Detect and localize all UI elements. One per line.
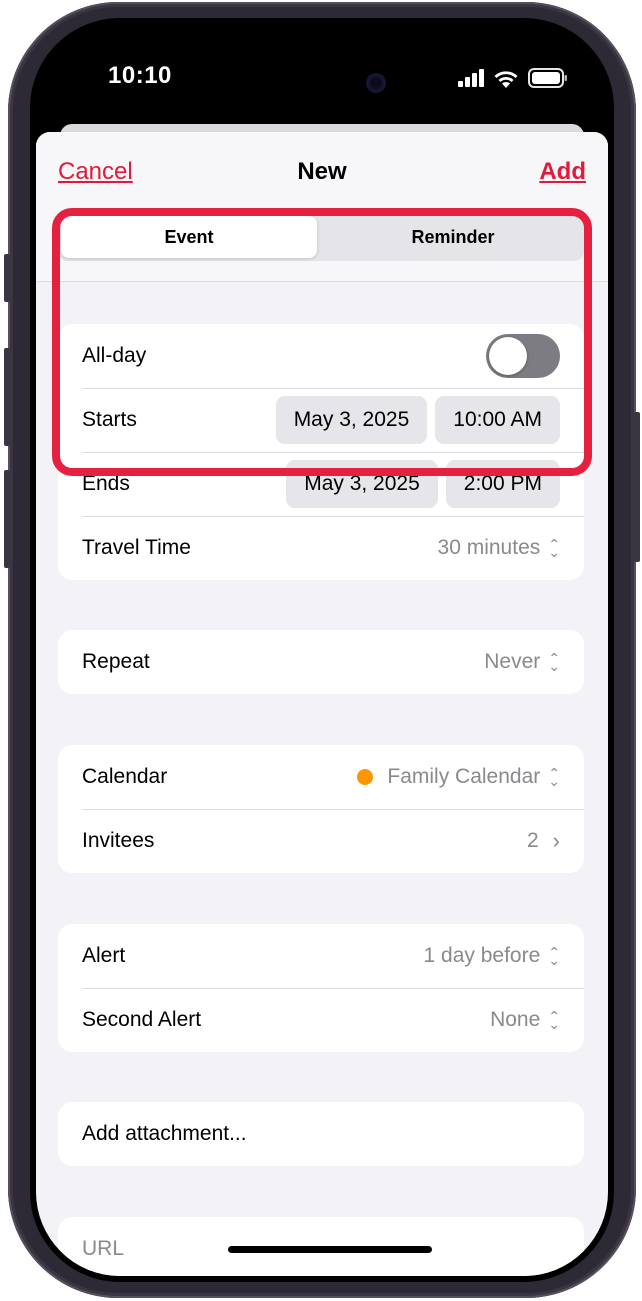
alert-label: Alert [82,944,126,967]
chevron-right-icon: › [552,828,560,853]
chevron-up-down-icon: ⌃ ⌄ [548,1008,560,1032]
travel-time-value-text: 30 minutes [437,536,541,559]
screen: 10:10 Cancel New Add Event Reminder All-… [36,24,608,1276]
toggle-knob [489,337,527,375]
invitees-label: Invitees [82,829,155,852]
repeat-row[interactable]: Repeat Never ⌃ ⌄ [58,630,584,694]
time-settings-group: All-day Starts May 3, 2025 10:00 AM Ends… [58,324,584,580]
chevron-up-down-icon: ⌃ ⌄ [548,650,560,674]
starts-row: Starts May 3, 2025 10:00 AM [58,388,584,452]
battery-icon [528,68,567,88]
ends-time-button[interactable]: 2:00 PM [445,460,560,508]
status-icons [458,68,568,88]
chevron-up-down-icon: ⌃ ⌄ [548,765,560,789]
invitees-value: 2 › [527,828,560,854]
calendar-color-dot [357,769,374,785]
alert-value-text: 1 day before [423,944,541,967]
status-bar: 10:10 [36,24,608,134]
alert-group: Alert 1 day before ⌃ ⌄ Second Alert None … [58,924,584,1052]
home-indicator[interactable] [228,1246,432,1253]
status-time: 10:10 [108,62,172,89]
add-attachment-row[interactable]: Add attachment... [58,1102,584,1166]
ends-label: Ends [82,472,130,495]
volume-up-button [4,348,10,446]
wifi-icon [494,70,518,88]
phone-frame: 10:10 Cancel New Add Event Reminder All-… [4,2,640,1298]
second-alert-row[interactable]: Second Alert None ⌃ ⌄ [58,988,584,1052]
alert-value: 1 day before ⌃ ⌄ [424,944,561,968]
calendar-value-text: Family Calendar [387,765,541,788]
sheet-header: Cancel New Add Event Reminder [36,132,608,282]
second-alert-value: None ⌃ ⌄ [490,1008,560,1032]
bezel: 10:10 Cancel New Add Event Reminder All-… [30,18,614,1282]
chevron-up-down-icon: ⌃ ⌄ [548,944,560,968]
repeat-label: Repeat [82,650,150,673]
cellular-signal-icon [458,69,484,87]
starts-time-button[interactable]: 10:00 AM [435,396,560,444]
travel-time-row[interactable]: Travel Time 30 minutes ⌃ ⌄ [58,516,584,580]
ends-date-button[interactable]: May 3, 2025 [286,460,438,508]
add-button[interactable]: Add [539,158,586,186]
add-attachment-label: Add attachment... [82,1122,247,1145]
volume-down-button [4,470,10,568]
all-day-label: All-day [82,344,147,367]
new-event-sheet: Cancel New Add Event Reminder All-day St… [36,132,608,1276]
ends-row: Ends May 3, 2025 2:00 PM [58,452,584,516]
action-button [4,254,10,302]
starts-label: Starts [82,408,137,431]
calendar-row[interactable]: Calendar Family Calendar ⌃ ⌄ [58,745,584,809]
sheet-title: New [297,158,347,185]
repeat-value: Never ⌃ ⌄ [484,650,560,674]
dynamic-island [240,58,408,108]
calendar-group: Calendar Family Calendar ⌃ ⌄ Invitees 2 › [58,745,584,873]
calendar-value: Family Calendar ⌃ ⌄ [357,765,560,789]
second-alert-value-text: None [490,1008,541,1031]
power-button [634,412,640,562]
event-reminder-segmented-control: Event Reminder [58,213,584,261]
invitees-row[interactable]: Invitees 2 › [58,809,584,873]
attachment-group: Add attachment... [58,1102,584,1166]
segment-reminder[interactable]: Reminder [325,216,581,258]
segment-event[interactable]: Event [61,216,317,258]
all-day-toggle[interactable] [486,334,560,378]
travel-time-label: Travel Time [82,536,191,559]
repeat-group: Repeat Never ⌃ ⌄ [58,630,584,694]
alert-row[interactable]: Alert 1 day before ⌃ ⌄ [58,924,584,988]
repeat-value-text: Never [484,650,541,673]
travel-time-value: 30 minutes ⌃ ⌄ [438,536,560,560]
all-day-row: All-day [58,324,584,388]
invitees-count: 2 [526,829,539,852]
calendar-label: Calendar [82,765,168,788]
second-alert-label: Second Alert [82,1008,202,1031]
starts-date-button[interactable]: May 3, 2025 [275,396,428,444]
camera-icon [366,73,386,93]
chevron-up-down-icon: ⌃ ⌄ [548,536,560,560]
